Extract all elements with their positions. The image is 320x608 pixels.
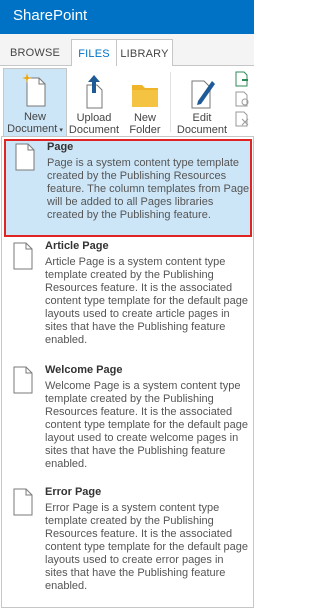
new-folder-label-2: Folder (129, 124, 161, 136)
edit-document-icon (173, 70, 231, 110)
menu-item-name: Article Page (45, 240, 109, 252)
page-document-icon (15, 143, 35, 171)
suite-bar: SharePoint (0, 0, 254, 34)
error-page-document-icon (13, 488, 33, 516)
new-document-label-1: New (23, 111, 46, 123)
edit-document-label-1: Edit (192, 112, 212, 124)
upload-label-1: Upload (76, 112, 112, 124)
menu-item-description: Article Page is a system content type te… (45, 256, 249, 346)
welcome-page-document-icon (13, 366, 33, 394)
discard-check-out-icon[interactable] (232, 110, 254, 128)
app-title[interactable]: SharePoint (13, 7, 87, 24)
dropdown-arrow-icon: ▾ (59, 127, 63, 134)
tab-browse[interactable]: BROWSE (0, 39, 70, 66)
ribbon-small-commands (232, 70, 254, 130)
folder-icon (122, 70, 168, 110)
menu-item-description: Page is a system content type template c… (47, 157, 250, 221)
edit-document-label-2: Document (176, 124, 228, 136)
menu-item-description: Error Page is a system content type temp… (45, 502, 249, 592)
menu-item-name: Page (47, 141, 74, 153)
article-page-document-icon (13, 242, 33, 270)
menu-item-article-page[interactable]: Article Page Article Page is a system co… (2, 238, 254, 358)
new-folder-label-1: New (133, 112, 156, 124)
upload-document-icon (68, 70, 120, 110)
menu-item-welcome-page[interactable]: Welcome Page Welcome Page is a system co… (2, 362, 254, 482)
new-document-button[interactable]: New Document ▾ (3, 68, 67, 136)
menu-item-description: Welcome Page is a system content type te… (45, 380, 249, 470)
upload-label-2: Document (68, 124, 120, 136)
edit-document-button[interactable]: Edit Document (173, 70, 231, 136)
ribbon: New Document ▾ Upload Document New Folder (0, 66, 254, 136)
upload-document-button[interactable]: Upload Document (68, 70, 120, 136)
tab-library[interactable]: LIBRARY (117, 39, 173, 66)
menu-item-page[interactable]: Page Page is a system content type templ… (4, 139, 252, 237)
menu-item-name: Welcome Page (45, 364, 123, 376)
new-document-menu: Page Page is a system content type templ… (1, 136, 254, 608)
tab-files[interactable]: FILES (71, 39, 117, 67)
check-in-icon[interactable] (232, 90, 254, 108)
ribbon-tab-bar: BROWSE FILES LIBRARY (0, 34, 254, 67)
menu-item-name: Error Page (45, 486, 102, 498)
new-document-label-2: Document ▾ (7, 123, 63, 135)
check-out-icon[interactable] (232, 70, 254, 88)
new-folder-button[interactable]: New Folder (122, 70, 168, 136)
new-document-icon (4, 69, 66, 109)
ribbon-separator (170, 72, 171, 132)
menu-item-error-page[interactable]: Error Page Error Page is a system conten… (2, 484, 254, 606)
